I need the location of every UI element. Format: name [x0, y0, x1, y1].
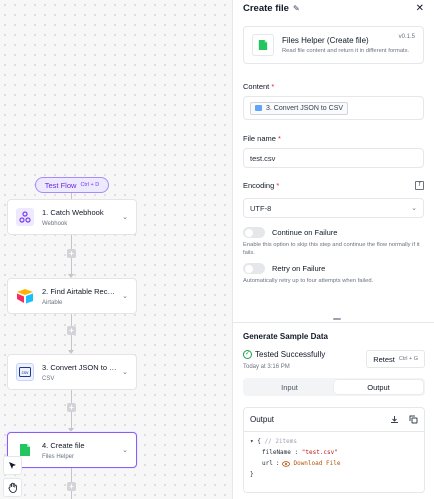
chevron-down-icon[interactable]: ⌄: [122, 368, 128, 376]
step-title: 1. Catch Webhook: [42, 207, 104, 217]
piece-version: v0.1.5: [398, 34, 415, 40]
connector-line: [71, 491, 72, 499]
data-reference-chip[interactable]: 3. Convert JSON to CSV: [250, 101, 349, 115]
output-viewer: Output ▾ { // 2items fileName : "test.cs…: [243, 407, 425, 493]
panel-title: Create file: [243, 2, 289, 14]
test-flow-label: Test Flow: [44, 180, 77, 190]
check-circle-icon: ✓: [243, 350, 252, 359]
step-settings-panel: Create file ✎ ✕ Files Helper (Create fil…: [232, 0, 434, 499]
step-card-catch-webhook[interactable]: 1. Catch Webhook Webhook ⌄: [7, 199, 137, 235]
file-name-input[interactable]: test.csv: [243, 148, 424, 168]
hand-pan-tool-button[interactable]: [3, 478, 22, 497]
dynamic-value-toggle-icon[interactable]: f: [415, 181, 424, 190]
flow-canvas[interactable]: Test Flow Ctrl + D 1. Catch Webhook Webh…: [0, 0, 232, 499]
output-title: Output: [250, 415, 275, 424]
add-step-button[interactable]: +: [67, 326, 76, 335]
test-flow-button[interactable]: Test Flow Ctrl + D: [35, 177, 109, 193]
pencil-icon[interactable]: ✎: [293, 4, 300, 13]
connector-line: [71, 468, 72, 482]
add-step-button[interactable]: +: [67, 403, 76, 412]
add-step-button[interactable]: +: [67, 482, 76, 491]
tab-output[interactable]: Output: [334, 380, 423, 394]
csv-icon: [255, 105, 262, 111]
connector-line: [71, 235, 72, 249]
encoding-select[interactable]: UTF-8 ⌄: [243, 198, 424, 218]
webhook-icon: [16, 208, 34, 226]
connector-line: [71, 390, 72, 403]
retry-on-failure-toggle[interactable]: [243, 263, 265, 274]
collapse-chevron-icon[interactable]: ▾: [250, 438, 254, 445]
chevron-down-icon[interactable]: ⌄: [122, 446, 128, 454]
content-field[interactable]: 3. Convert JSON to CSV: [243, 96, 424, 120]
chevron-down-icon[interactable]: ⌄: [122, 213, 128, 221]
step-subtitle: Files Helper: [42, 453, 75, 460]
csv-icon: csv: [16, 363, 34, 381]
json-item-count: // 2items: [264, 438, 298, 445]
sample-data-section: Generate Sample Data ✓ Tested Successful…: [233, 322, 434, 499]
piece-name: Files Helper (Create file): [282, 36, 369, 45]
download-icon[interactable]: [390, 415, 399, 424]
connector-line: [71, 258, 72, 274]
retry-on-failure-row: Retry on Failure: [243, 263, 424, 274]
piece-card: Files Helper (Create file) Read file con…: [243, 26, 424, 64]
output-header: Output: [244, 408, 424, 432]
file-icon: [252, 34, 274, 56]
step-card-convert-json-to-csv[interactable]: csv 3. Convert JSON to C... CSV ⌄: [7, 354, 137, 390]
select-cursor-icon: [8, 461, 16, 469]
retry-on-failure-help: Automatically retry up to four attempts …: [243, 278, 374, 284]
step-subtitle: CSV: [42, 375, 55, 382]
hand-pan-icon: [8, 482, 17, 493]
step-card-find-airtable-record[interactable]: 2. Find Airtable Record Airtable ⌄: [7, 278, 137, 314]
content-label: Content *: [243, 82, 275, 91]
continue-on-failure-help: Enable this option to skip this step and…: [243, 242, 420, 256]
step-card-create-file[interactable]: 4. Create file Files Helper ⌄: [7, 432, 137, 468]
step-subtitle: Webhook: [42, 220, 68, 227]
panel-header: Create file ✎ ✕: [233, 0, 434, 16]
connector-line: [71, 412, 72, 428]
select-cursor-tool-button[interactable]: [3, 456, 22, 475]
add-step-button[interactable]: +: [67, 249, 76, 258]
airtable-icon: [16, 287, 34, 305]
step-title: 2. Find Airtable Record: [42, 286, 119, 296]
continue-on-failure-row: Continue on Failure: [243, 227, 424, 238]
test-status: Tested Successfully: [255, 350, 326, 359]
file-name-label: File name *: [243, 134, 281, 143]
step-title: 4. Create file: [42, 440, 85, 450]
input-output-tabs: Input Output: [243, 378, 425, 396]
resize-handle[interactable]: [333, 318, 341, 320]
copy-icon[interactable]: [409, 415, 418, 424]
connector-line: [71, 314, 72, 326]
retest-button[interactable]: Retest Ctrl + G: [366, 350, 425, 368]
step-title: 3. Convert JSON to C...: [42, 362, 119, 372]
svg-text:csv: csv: [22, 370, 30, 375]
continue-on-failure-label: Continue on Failure: [272, 228, 338, 237]
download-file-link[interactable]: Download File: [282, 458, 340, 469]
tab-input[interactable]: Input: [245, 380, 334, 394]
close-icon[interactable]: ✕: [416, 3, 424, 14]
chevron-down-icon: ⌄: [411, 205, 417, 212]
step-subtitle: Airtable: [42, 299, 63, 306]
sample-data-title: Generate Sample Data: [243, 332, 328, 341]
test-status-row: ✓ Tested Successfully Today at 3:16 PM R…: [243, 350, 425, 370]
continue-on-failure-toggle[interactable]: [243, 227, 265, 238]
piece-description: Read file content and return it in diffe…: [282, 48, 410, 54]
chevron-down-icon[interactable]: ⌄: [122, 292, 128, 300]
json-output: ▾ { // 2items fileName : "test.csv" url …: [250, 438, 341, 478]
test-flow-shortcut: Ctrl + D: [80, 182, 100, 188]
encoding-label: Encoding * f: [243, 181, 424, 190]
test-time: Today at 3:16 PM: [243, 364, 290, 370]
eye-icon: [282, 460, 291, 467]
retry-on-failure-label: Retry on Failure: [272, 264, 326, 273]
connector-line: [71, 335, 72, 350]
